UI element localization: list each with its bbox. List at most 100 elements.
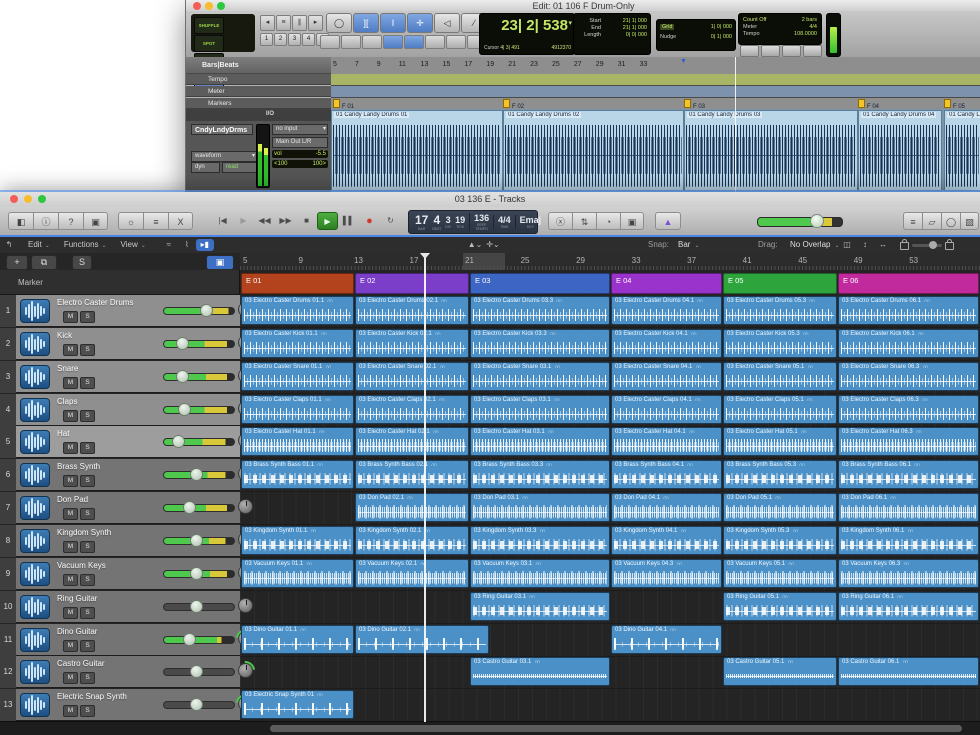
flex-icon[interactable]: ⌇ (178, 237, 196, 253)
audio-region[interactable]: 03 Electro Caster Kick 04.1∩∩ (611, 329, 722, 358)
autopunch-icon[interactable]: ▣ (620, 212, 644, 230)
left-click-tool-selector[interactable]: ▲⌄ (466, 237, 484, 253)
mute-button[interactable]: M (63, 705, 78, 717)
audio-region[interactable]: 03 Electro Caster Hat 06.3∩∩ (838, 427, 979, 456)
replace-icon[interactable]: ◔ (596, 212, 620, 230)
audio-region[interactable]: 03 Castro Guitar 05.1∩∩ (723, 657, 837, 686)
track-lane-3[interactable]: 03 Electro Caster Snare 01.1∩∩03 Electro… (240, 361, 980, 394)
zoom-preset-1[interactable]: 1 (260, 33, 273, 46)
audio-region[interactable]: 03 Electro Caster Drums 02.1∩∩ (355, 296, 469, 325)
track-lane-5[interactable]: 03 Electro Caster Hat 01.1∩∩03 Electro C… (240, 426, 980, 459)
edit-function-button-6[interactable] (425, 35, 445, 49)
meter-lane[interactable] (331, 86, 980, 98)
volume-thumb[interactable] (190, 567, 203, 580)
mute-button[interactable]: M (63, 574, 78, 586)
automation-icon[interactable]: ≈ (160, 237, 178, 253)
selector-tool-icon[interactable]: I (380, 13, 406, 33)
audio-region[interactable]: 03 Electro Caster Hat 04.1∩∩ (611, 427, 722, 456)
track-name[interactable]: Don Pad (57, 495, 88, 504)
track-number-11[interactable]: 11 (0, 624, 17, 656)
audio-region[interactable]: 03 Kingdom Synth 01.1∩∩ (241, 526, 354, 555)
track-header-1[interactable]: Electro Caster DrumsMS (16, 295, 240, 327)
cycle-button[interactable]: ↻ (380, 212, 401, 230)
countoff-icon[interactable] (761, 45, 780, 57)
audio-region[interactable]: 03 Electro Caster Hat 02.1∩∩ (355, 427, 469, 456)
audio-region[interactable]: 03 Electro Caster Kick 06.1∩∩ (838, 329, 979, 358)
track-name[interactable]: Vacuum Keys (57, 561, 106, 570)
audio-region[interactable]: 03 Ring Guitar 03.1∩∩ (470, 592, 610, 621)
media-browser-icon[interactable]: ▨ (960, 212, 979, 230)
track-lane-7[interactable]: 03 Don Pad 02.1∩∩03 Don Pad 03.1∩∩03 Don… (240, 492, 980, 525)
audio-region[interactable]: 03 Vacuum Keys 04.3∩∩ (611, 559, 722, 588)
track-number-8[interactable]: 8 (0, 525, 17, 557)
pt-input-selector[interactable]: no input ▾ (272, 124, 328, 135)
track-number-9[interactable]: 9 (0, 558, 17, 590)
solo-button[interactable]: S (80, 705, 95, 717)
conductor-icon[interactable] (803, 45, 822, 57)
pt-output-selector[interactable]: Main Out L/R (272, 137, 328, 148)
volume-thumb[interactable] (183, 633, 196, 646)
bars-beats-ruler-header[interactable]: Bars|Beats (186, 57, 331, 74)
volume-slider[interactable] (163, 373, 235, 381)
mute-button[interactable]: M (63, 377, 78, 389)
grabber-tool-icon[interactable]: ✛ (407, 13, 433, 33)
track-header-2[interactable]: KickMS (16, 328, 240, 360)
audio-region[interactable]: 03 Kingdom Synth 06.1∩∩ (838, 526, 979, 555)
pt-track-name[interactable]: CndyLndyDrms (191, 124, 253, 135)
track-number-10[interactable]: 10 (0, 591, 17, 623)
solo-mode-icon[interactable]: ⓧ (548, 212, 572, 230)
audio-region[interactable]: 03 Kingdom Synth 03.3∩∩ (470, 526, 610, 555)
audio-region[interactable]: 03 Electro Caster Claps 05.1∩∩ (723, 395, 837, 424)
countoff-label[interactable]: Count Off (743, 17, 766, 23)
audio-region[interactable]: 03 Brass Synth Bass 01.1∩∩ (241, 460, 354, 489)
duplicate-track-icon[interactable]: ⧉ (31, 255, 57, 270)
arrangement-marker-lane[interactable]: E 01E 02E 03E 04E 05E 06 (240, 270, 980, 296)
volume-thumb[interactable] (190, 698, 203, 711)
library-icon[interactable]: ◧ (8, 212, 33, 230)
audio-region[interactable]: 03 Castro Guitar 03.1∩∩ (470, 657, 610, 686)
edit-function-button-7[interactable] (446, 35, 466, 49)
audio-region[interactable]: 03 Electric Snap Synth 01∩∩ (241, 690, 354, 719)
mute-button[interactable]: M (63, 607, 78, 619)
meter-lane-header[interactable]: Meter (186, 86, 331, 97)
main-counter-display[interactable]: 23| 2| 538 ▾ Cursor 4| 3| 491 4912370 (479, 13, 575, 55)
track-header-3[interactable]: SnareMS (16, 361, 240, 393)
volume-thumb[interactable] (190, 468, 203, 481)
track-number-5[interactable]: 5 (0, 426, 17, 458)
audio-region[interactable]: 03 Don Pad 02.1∩∩ (355, 493, 469, 522)
arrangement-marker-e06[interactable]: E 06 (838, 273, 979, 294)
audio-region[interactable]: 03 Brass Synth Bass 02.1∩∩ (355, 460, 469, 489)
quick-help-icon[interactable]: ? (58, 212, 83, 230)
volume-slider[interactable] (163, 668, 235, 676)
audio-region[interactable]: 03 Dino Guitar 02.1∩∩ (355, 625, 489, 654)
track-header-8[interactable]: Kingdom SynthMS (16, 525, 240, 557)
track-header-9[interactable]: Vacuum KeysMS (16, 558, 240, 590)
mute-button[interactable]: M (63, 541, 78, 553)
track-name[interactable]: Electro Caster Drums (57, 298, 133, 307)
audio-region[interactable]: 03 Electro Caster Snare 04.1∩∩ (611, 362, 722, 391)
pt-audio-region[interactable]: 01 Candy Landy Drums 05 (944, 110, 980, 191)
lcd-display[interactable]: 17BAR 4BEAT 3DIV 19TICK 136KEEP TEMPO 4/… (408, 210, 538, 234)
tempo-lane[interactable] (331, 74, 980, 86)
audio-region[interactable]: 03 Electro Caster Kick 03.3∩∩ (470, 329, 610, 358)
volume-slider[interactable] (163, 701, 235, 709)
inspector-icon[interactable]: ⓘ (33, 212, 58, 230)
nudge-value[interactable]: 0| 1| 000 (711, 34, 732, 40)
audio-region[interactable]: 03 Kingdom Synth 02.1∩∩ (355, 526, 469, 555)
volume-slider[interactable] (163, 570, 235, 578)
audio-region[interactable]: 03 Electro Caster Drums 03.3∩∩ (470, 296, 610, 325)
track-number-4[interactable]: 4 (0, 394, 17, 426)
track-lane-2[interactable]: 03 Electro Caster Kick 01.1∩∩03 Electro … (240, 328, 980, 361)
horizontal-zoom-icon[interactable]: ↔ (874, 237, 892, 253)
audio-region[interactable]: 03 Ring Guitar 06.1∩∩ (838, 592, 979, 621)
audio-region[interactable]: 03 Vacuum Keys 01.1∩∩ (241, 559, 354, 588)
audio-region[interactable]: 03 Electro Caster Drums 04.1∩∩ (611, 296, 722, 325)
track-number-7[interactable]: 7 (0, 492, 17, 524)
waveform-zoom-icon[interactable]: ◫ (838, 237, 856, 253)
audio-zoom-icon[interactable]: ≡ (276, 15, 291, 31)
master-solo-button[interactable]: S (72, 255, 92, 270)
cmd-click-tool-selector[interactable]: ✛⌄ (484, 237, 502, 253)
grid-value[interactable]: 1| 0| 000 (711, 24, 732, 30)
volume-slider[interactable] (163, 340, 235, 348)
track-header-4[interactable]: ClapsMS (16, 394, 240, 426)
